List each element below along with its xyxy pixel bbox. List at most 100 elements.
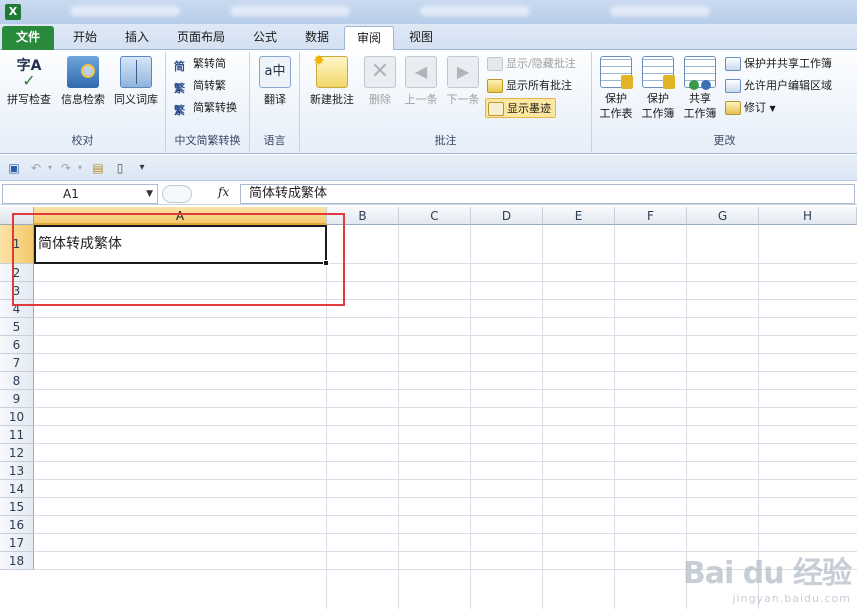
fill-handle[interactable] bbox=[323, 260, 329, 266]
formula-input[interactable]: 简体转成繁体 bbox=[240, 184, 855, 204]
row-header-5[interactable]: 5 bbox=[0, 318, 34, 336]
window-title-blur bbox=[610, 6, 710, 16]
show-ink-button[interactable]: 显示墨迹 bbox=[485, 98, 556, 118]
trad-simp-icon: 简 bbox=[174, 60, 185, 73]
watermark: Bai du 经验 jingyan.baidu.com bbox=[682, 548, 852, 605]
row-header-2[interactable]: 2 bbox=[0, 264, 34, 282]
tab-file[interactable]: 文件 bbox=[2, 26, 54, 50]
column-header-f[interactable]: F bbox=[615, 207, 687, 225]
spell-check-button[interactable]: 字A ✓ 拼写检查 bbox=[4, 56, 54, 107]
thesaurus-label: 同义词库 bbox=[114, 93, 158, 106]
spell-check-icon: 字A ✓ bbox=[16, 58, 42, 90]
research-button[interactable]: 信息检索 bbox=[58, 56, 108, 107]
show-all-icon bbox=[487, 79, 503, 93]
row-gridline bbox=[34, 371, 857, 372]
insert-function-icon[interactable]: fx bbox=[218, 185, 229, 199]
redo-dropdown-icon[interactable]: ▾ bbox=[72, 160, 88, 176]
row-header-18[interactable]: 18 bbox=[0, 552, 34, 570]
row-header-1[interactable]: 1 bbox=[0, 225, 34, 264]
customize-qat-icon[interactable]: ▾ bbox=[134, 160, 150, 176]
tab-formulas[interactable]: 公式 bbox=[240, 26, 290, 50]
chevron-down-icon[interactable]: ▼ bbox=[146, 185, 153, 203]
new-comment-button[interactable]: ✸ 新建批注 bbox=[306, 53, 358, 107]
tab-home[interactable]: 开始 bbox=[60, 26, 110, 50]
allow-edit-ranges-button[interactable]: 允许用户编辑区域 bbox=[725, 76, 832, 96]
row-header-14[interactable]: 14 bbox=[0, 480, 34, 498]
protect-share-button[interactable]: 保护并共享工作簿 bbox=[725, 54, 832, 74]
window-title-blur bbox=[230, 6, 350, 16]
row-gridline bbox=[34, 389, 857, 390]
show-ink-label: 显示墨迹 bbox=[507, 102, 551, 115]
row-gridline bbox=[34, 425, 857, 426]
row-gridline bbox=[34, 461, 857, 462]
row-header-12[interactable]: 12 bbox=[0, 444, 34, 462]
simp-to-trad-button[interactable]: 繁简转繁 bbox=[174, 76, 226, 96]
paste-icon[interactable]: ▤ bbox=[90, 160, 106, 176]
row-header-3[interactable]: 3 bbox=[0, 282, 34, 300]
tab-page-layout[interactable]: 页面布局 bbox=[168, 26, 234, 50]
next-icon: ▶ bbox=[447, 56, 479, 88]
tab-insert[interactable]: 插入 bbox=[112, 26, 162, 50]
cell-a1[interactable]: 简体转成繁体 bbox=[34, 225, 327, 264]
excel-icon[interactable]: X bbox=[5, 4, 21, 20]
show-hide-comment-button[interactable]: 显示/隐藏批注 bbox=[487, 54, 576, 74]
window-title-blur bbox=[70, 6, 180, 16]
group-comments: ✸ 新建批注 ✕ 删除 ◀ 上一条 ▶ 下一条 显示/隐藏批注 显示所有批注 显… bbox=[300, 52, 592, 152]
tab-review[interactable]: 审阅 bbox=[344, 26, 394, 51]
protect-workbook-button[interactable]: 保护 工作簿 bbox=[638, 56, 678, 121]
show-all-comments-button[interactable]: 显示所有批注 bbox=[487, 76, 572, 96]
thesaurus-button[interactable]: 同义词库 bbox=[110, 56, 162, 107]
undo-dropdown-icon[interactable]: ▾ bbox=[42, 160, 58, 176]
row-header-15[interactable]: 15 bbox=[0, 498, 34, 516]
protect-sheet-button[interactable]: 保护 工作表 bbox=[596, 56, 636, 121]
share-workbook-button[interactable]: 共享 工作簿 bbox=[680, 56, 720, 121]
row-header-17[interactable]: 17 bbox=[0, 534, 34, 552]
next-comment-button[interactable]: ▶ 下一条 bbox=[442, 56, 484, 107]
watermark-brand: Bai du 经验 bbox=[682, 556, 852, 591]
research-label: 信息检索 bbox=[61, 93, 105, 106]
row-header-6[interactable]: 6 bbox=[0, 336, 34, 354]
translate-button[interactable]: a中 翻译 bbox=[256, 56, 294, 107]
convert-icon: 繁 bbox=[174, 104, 185, 117]
row-header-16[interactable]: 16 bbox=[0, 516, 34, 534]
delete-comment-button[interactable]: ✕ 删除 bbox=[362, 56, 398, 107]
row-header-4[interactable]: 4 bbox=[0, 300, 34, 318]
column-header-c[interactable]: C bbox=[399, 207, 471, 225]
allow-edit-icon bbox=[725, 79, 741, 93]
tab-data[interactable]: 数据 bbox=[292, 26, 342, 50]
column-gridline bbox=[470, 225, 471, 609]
row-header-11[interactable]: 11 bbox=[0, 426, 34, 444]
new-document-icon[interactable]: ▯ bbox=[112, 160, 128, 176]
row-header-7[interactable]: 7 bbox=[0, 354, 34, 372]
row-header-13[interactable]: 13 bbox=[0, 462, 34, 480]
row-header-9[interactable]: 9 bbox=[0, 390, 34, 408]
column-header-d[interactable]: D bbox=[471, 207, 543, 225]
tab-view[interactable]: 视图 bbox=[396, 26, 446, 50]
name-box-value: A1 bbox=[63, 187, 79, 201]
simp-to-trad-label: 简转繁 bbox=[193, 79, 226, 92]
column-header-e[interactable]: E bbox=[543, 207, 615, 225]
column-header-g[interactable]: G bbox=[687, 207, 759, 225]
save-icon[interactable]: ▣ bbox=[6, 160, 22, 176]
trad-to-simp-label: 繁转简 bbox=[193, 57, 226, 70]
select-all-corner[interactable] bbox=[0, 207, 34, 225]
name-box[interactable]: A1 ▼ bbox=[2, 184, 158, 204]
column-header-h[interactable]: H bbox=[759, 207, 857, 225]
trad-to-simp-button[interactable]: 简繁转简 bbox=[174, 54, 226, 74]
column-header-b[interactable]: B bbox=[327, 207, 399, 225]
group-proofing: 字A ✓ 拼写检查 信息检索 同义词库 校对 bbox=[0, 52, 166, 152]
row-header-10[interactable]: 10 bbox=[0, 408, 34, 426]
column-gridline bbox=[398, 225, 399, 609]
row-gridline bbox=[34, 443, 857, 444]
track-changes-button[interactable]: 修订 ▼ bbox=[725, 98, 776, 118]
column-gridline bbox=[542, 225, 543, 609]
group-chinese-conversion: 简繁转简 繁简转繁 繁简繁转换 中文简繁转换 bbox=[166, 52, 250, 152]
simp-trad-convert-button[interactable]: 繁简繁转换 bbox=[174, 98, 237, 118]
protect-workbook-icon bbox=[642, 56, 675, 89]
column-header-a[interactable]: A bbox=[34, 207, 327, 225]
row-header-8[interactable]: 8 bbox=[0, 372, 34, 390]
previous-comment-button[interactable]: ◀ 上一条 bbox=[400, 56, 442, 107]
simp-trad-convert-label: 简繁转换 bbox=[193, 101, 237, 114]
translate-label: 翻译 bbox=[264, 93, 286, 106]
thesaurus-icon bbox=[120, 56, 152, 88]
